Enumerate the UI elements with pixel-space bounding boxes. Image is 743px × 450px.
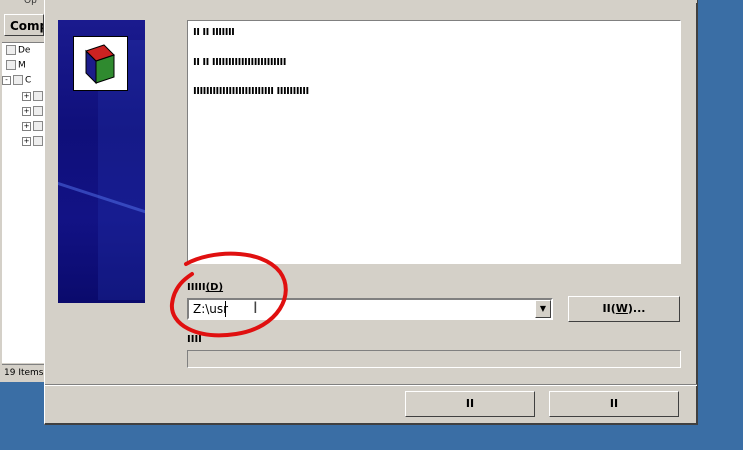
directory-label-text: IIIII [187,282,206,293]
browse-button-text: II( [602,302,616,315]
background-title-text: Op [24,0,37,6]
drive-icon [33,91,43,101]
directory-label: IIIII(D) [187,282,223,293]
directory-label-hotkey: (D) [205,282,224,293]
dialog-divider [45,384,697,386]
folder-icon [6,60,16,70]
ok-button[interactable]: II [405,391,535,417]
dropdown-arrow-icon[interactable]: ▼ [535,300,551,318]
browse-button-hotkey: W [615,302,628,315]
browse-button-suffix: )... [627,302,646,315]
browse-button[interactable]: II(W)... [568,296,680,322]
info-line: II II IIIIIII [193,27,235,38]
tree-item[interactable]: -C [2,75,31,86]
tree-item[interactable]: + [22,106,45,117]
package-logo-icon [73,36,128,91]
installer-banner [58,20,145,303]
directory-combobox[interactable]: Z:\usr I ▼ [187,298,553,320]
progress-label: IIII [187,334,202,345]
expand-icon[interactable]: + [22,121,31,131]
expand-icon[interactable]: + [22,91,31,101]
folder-icon [6,45,16,55]
expand-icon[interactable]: + [22,106,31,116]
text-caret [225,301,226,317]
cancel-button[interactable]: II [549,391,679,417]
background-explorer-window: Op Comp De M -C + + + + 19 Items [0,0,46,382]
tree-item[interactable]: + [22,91,45,102]
drive-icon [33,106,43,116]
info-line: II II IIIIIIIIIIIIIIIIIIIIIII [193,57,286,68]
installer-dialog: II II IIIIIII II II IIIIIIIIIIIIIIIIIIII… [44,0,698,425]
computer-icon [13,75,23,85]
tree-item[interactable]: M [6,60,26,71]
progress-bar [187,350,681,368]
ibeam-cursor-icon: I [253,298,258,317]
computer-toolbar-button[interactable]: Comp [4,14,44,36]
expand-icon[interactable]: + [22,136,31,146]
info-text-box: II II IIIIIII II II IIIIIIIIIIIIIIIIIIII… [187,20,681,264]
status-bar-text: 19 Items [2,364,46,380]
collapse-icon[interactable]: - [2,75,11,85]
dialog-title-bar-edge [45,0,697,3]
background-title-bar: Op [0,0,46,8]
tree-item[interactable]: + [22,121,45,132]
info-line: IIIIIIIIIIIIIIIIIIIIIIIII IIIIIIIIII [193,86,309,97]
tree-item[interactable]: De [6,45,30,56]
tree-item[interactable]: + [22,136,45,147]
directory-input[interactable]: Z:\usr [193,302,228,316]
drive-icon [33,136,43,146]
folder-tree: De M -C + + + + [2,42,46,363]
drive-icon [33,121,43,131]
